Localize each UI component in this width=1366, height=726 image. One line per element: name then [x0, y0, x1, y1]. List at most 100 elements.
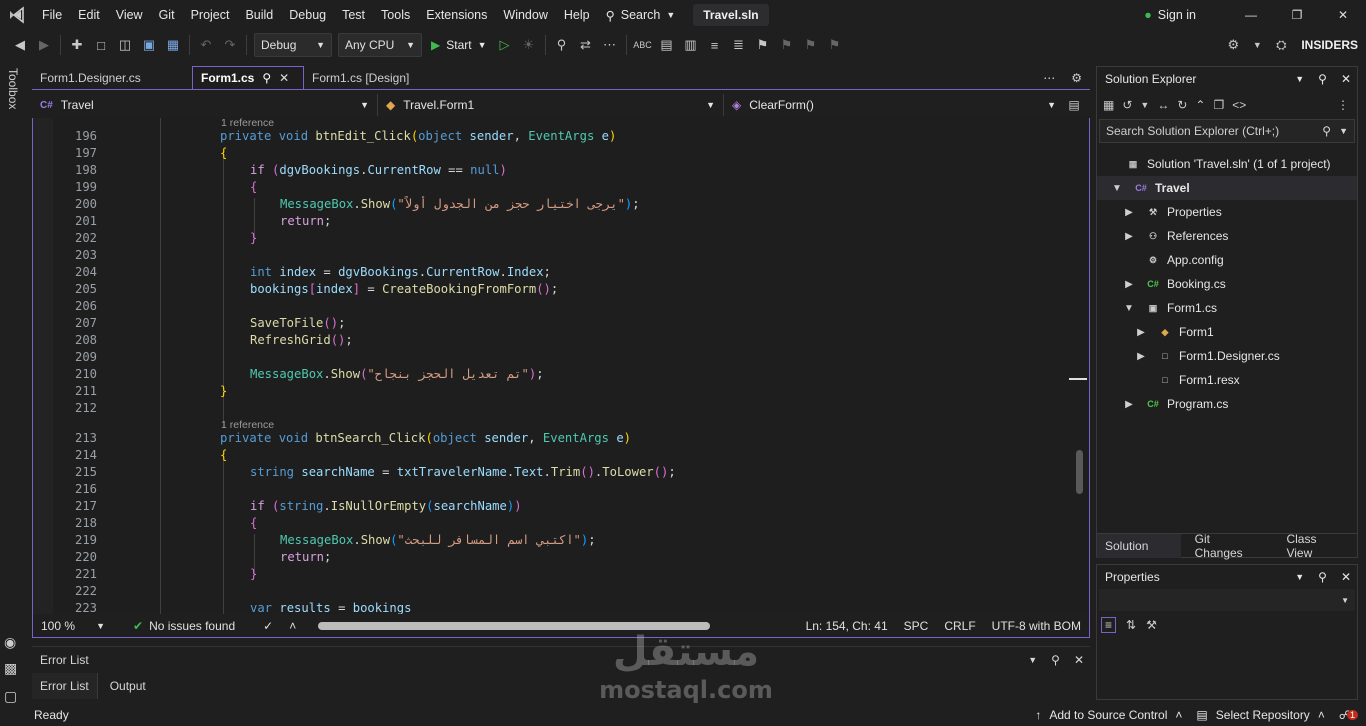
- restore-button[interactable]: ❐: [1274, 0, 1320, 30]
- save-all-icon[interactable]: ▦: [161, 33, 185, 57]
- toolbox-tab[interactable]: Toolbox: [6, 68, 20, 109]
- properties-object-dropdown[interactable]: ▼: [1099, 589, 1355, 611]
- menu-project[interactable]: Project: [183, 0, 238, 30]
- tab-overflow-icon[interactable]: ⋯: [1035, 66, 1063, 89]
- property-pages-icon[interactable]: ⚒: [1146, 618, 1157, 632]
- tree-item-program-cs[interactable]: ▶ C# Program.cs: [1097, 392, 1357, 416]
- chevron-down-icon[interactable]: ▼: [1295, 572, 1304, 582]
- parameter-info-icon[interactable]: ▥: [679, 33, 703, 57]
- minimize-button[interactable]: —: [1228, 0, 1274, 30]
- line-ending-indicator[interactable]: CRLF: [936, 619, 983, 633]
- platform-dropdown[interactable]: Any CPU ▼: [338, 33, 422, 57]
- collapse-all-icon[interactable]: ⌃: [1195, 98, 1205, 112]
- split-editor-icon[interactable]: ▤: [1064, 98, 1084, 112]
- chevron-right-icon[interactable]: ▶: [1135, 327, 1147, 338]
- configuration-dropdown[interactable]: Debug ▼: [254, 33, 332, 57]
- sync-icon[interactable]: ↔: [1157, 98, 1169, 112]
- tree-item-form1-cs[interactable]: ▼ ▣ Form1.cs: [1097, 296, 1357, 320]
- whitespace-indicator[interactable]: SPC: [896, 619, 937, 633]
- close-icon[interactable]: ✕: [1341, 72, 1351, 86]
- window-icon[interactable]: ▢: [4, 688, 17, 705]
- close-window-button[interactable]: ✕: [1320, 0, 1366, 30]
- tab-form1-cs[interactable]: Form1.cs ⚲ ✕: [192, 66, 304, 89]
- menu-debug[interactable]: Debug: [281, 0, 334, 30]
- navigate-forward-icon[interactable]: ▶: [32, 33, 56, 57]
- close-tab-icon[interactable]: ✕: [279, 71, 289, 85]
- notifications-button[interactable]: ☍ 1: [1339, 708, 1366, 722]
- menu-test[interactable]: Test: [334, 0, 373, 30]
- open-folder-icon[interactable]: ◫: [113, 33, 137, 57]
- menu-window[interactable]: Window: [495, 0, 555, 30]
- chevron-down-icon[interactable]: ▼: [1295, 74, 1304, 84]
- tab-output[interactable]: Output: [98, 679, 158, 693]
- new-project-icon[interactable]: ✚: [65, 33, 89, 57]
- history-icon[interactable]: ↺: [1122, 98, 1132, 112]
- clear-bookmarks-icon[interactable]: ⚑: [823, 33, 847, 57]
- member-dropdown[interactable]: ◈ ClearForm() ▼: [724, 94, 1064, 116]
- previous-bookmark-icon[interactable]: ⚑: [775, 33, 799, 57]
- chevron-right-icon[interactable]: ▶: [1123, 207, 1135, 218]
- menu-tools[interactable]: Tools: [373, 0, 418, 30]
- indent-icon[interactable]: ≣: [727, 33, 751, 57]
- start-without-debugging-icon[interactable]: ▷: [493, 33, 517, 57]
- chevron-up-icon[interactable]: ˄: [281, 619, 304, 633]
- code-editor[interactable]: 1 reference 196 private void btnEdit_Clic…: [32, 118, 1090, 614]
- start-debugging-button[interactable]: ▶ Start ▼: [425, 33, 493, 57]
- preview-icon[interactable]: <>: [1232, 98, 1246, 112]
- tree-item-references[interactable]: ▶ ⚇ References: [1097, 224, 1357, 248]
- undo-icon[interactable]: ↶: [194, 33, 218, 57]
- project-dropdown[interactable]: C# Travel ▼: [32, 94, 378, 116]
- tree-item-booking-cs[interactable]: ▶ C# Booking.cs: [1097, 272, 1357, 296]
- outdent-icon[interactable]: ≡: [703, 33, 727, 57]
- menu-build[interactable]: Build: [237, 0, 281, 30]
- pin-icon[interactable]: ⚲: [1318, 72, 1327, 86]
- close-icon[interactable]: ✕: [1341, 570, 1351, 584]
- save-icon[interactable]: ▣: [137, 33, 161, 57]
- show-all-files-icon[interactable]: ❐: [1213, 98, 1224, 112]
- feedback-icon[interactable]: ⛭: [1269, 33, 1293, 57]
- select-repository-button[interactable]: ▤ Select Repository ˄: [1196, 708, 1338, 722]
- sign-in-button[interactable]: ● Sign in: [1136, 0, 1204, 30]
- pin-icon[interactable]: ⚲: [262, 71, 271, 85]
- chevron-down-icon[interactable]: ▼: [1339, 126, 1348, 136]
- tab-error-list[interactable]: Error List: [32, 673, 98, 699]
- hot-reload-icon[interactable]: ☀: [517, 33, 541, 57]
- chevron-down-icon[interactable]: ▼: [1111, 183, 1123, 194]
- vertical-scrollbar-thumb[interactable]: [1076, 450, 1083, 494]
- tab-class-view[interactable]: Class View: [1272, 532, 1357, 560]
- chevron-right-icon[interactable]: ▶: [1123, 231, 1135, 242]
- tab-form1-cs-design[interactable]: Form1.cs [Design]: [304, 66, 444, 89]
- new-file-icon[interactable]: □: [89, 33, 113, 57]
- chevron-right-icon[interactable]: ▶: [1123, 279, 1135, 290]
- alphabetical-icon[interactable]: ⇅: [1126, 618, 1136, 632]
- menu-file[interactable]: File: [34, 0, 70, 30]
- live-share-icon[interactable]: ⚙: [1221, 33, 1245, 57]
- menu-help[interactable]: Help: [556, 0, 598, 30]
- tree-item-form1[interactable]: ▶ ◆ Form1: [1097, 320, 1357, 344]
- tree-item-properties[interactable]: ▶ ⚒ Properties: [1097, 200, 1357, 224]
- redo-icon[interactable]: ↷: [218, 33, 242, 57]
- switch-views-icon[interactable]: ▦: [1103, 98, 1114, 112]
- menu-git[interactable]: Git: [151, 0, 183, 30]
- chevron-down-icon[interactable]: ▼: [1245, 33, 1269, 57]
- chevron-down-icon[interactable]: ▼: [1140, 100, 1149, 110]
- navigate-back-icon[interactable]: ◀: [8, 33, 32, 57]
- search-button[interactable]: ⚲ Search ▼: [598, 0, 684, 30]
- visual-studio-logo-icon[interactable]: [0, 0, 34, 30]
- video-icon[interactable]: ▩: [4, 660, 17, 677]
- tree-item-form1-designer-cs[interactable]: ▶ □ Form1.Designer.cs: [1097, 344, 1357, 368]
- settings-gear-icon[interactable]: ⚙: [1063, 66, 1090, 89]
- line-column-indicator[interactable]: Ln: 154, Ch: 41: [798, 619, 896, 633]
- menu-view[interactable]: View: [108, 0, 151, 30]
- pin-icon[interactable]: ⚲: [1051, 653, 1060, 667]
- overflow-menu-icon[interactable]: ⋯: [598, 33, 622, 57]
- refresh-icon[interactable]: ↻: [1177, 98, 1187, 112]
- solution-search-box[interactable]: Search Solution Explorer (Ctrl+;) ⚲ ▼: [1099, 119, 1355, 143]
- quick-info-icon[interactable]: ▤: [655, 33, 679, 57]
- insiders-badge[interactable]: INSIDERS: [1293, 38, 1366, 52]
- tree-item-solution[interactable]: ▦ Solution 'Travel.sln' (1 of 1 project): [1097, 152, 1357, 176]
- menu-extensions[interactable]: Extensions: [418, 0, 495, 30]
- browser-link-icon[interactable]: ⇄: [574, 33, 598, 57]
- tab-solution-explorer[interactable]: Solution Ex...: [1097, 533, 1181, 577]
- tree-item-app-config[interactable]: ⚙ App.config: [1097, 248, 1357, 272]
